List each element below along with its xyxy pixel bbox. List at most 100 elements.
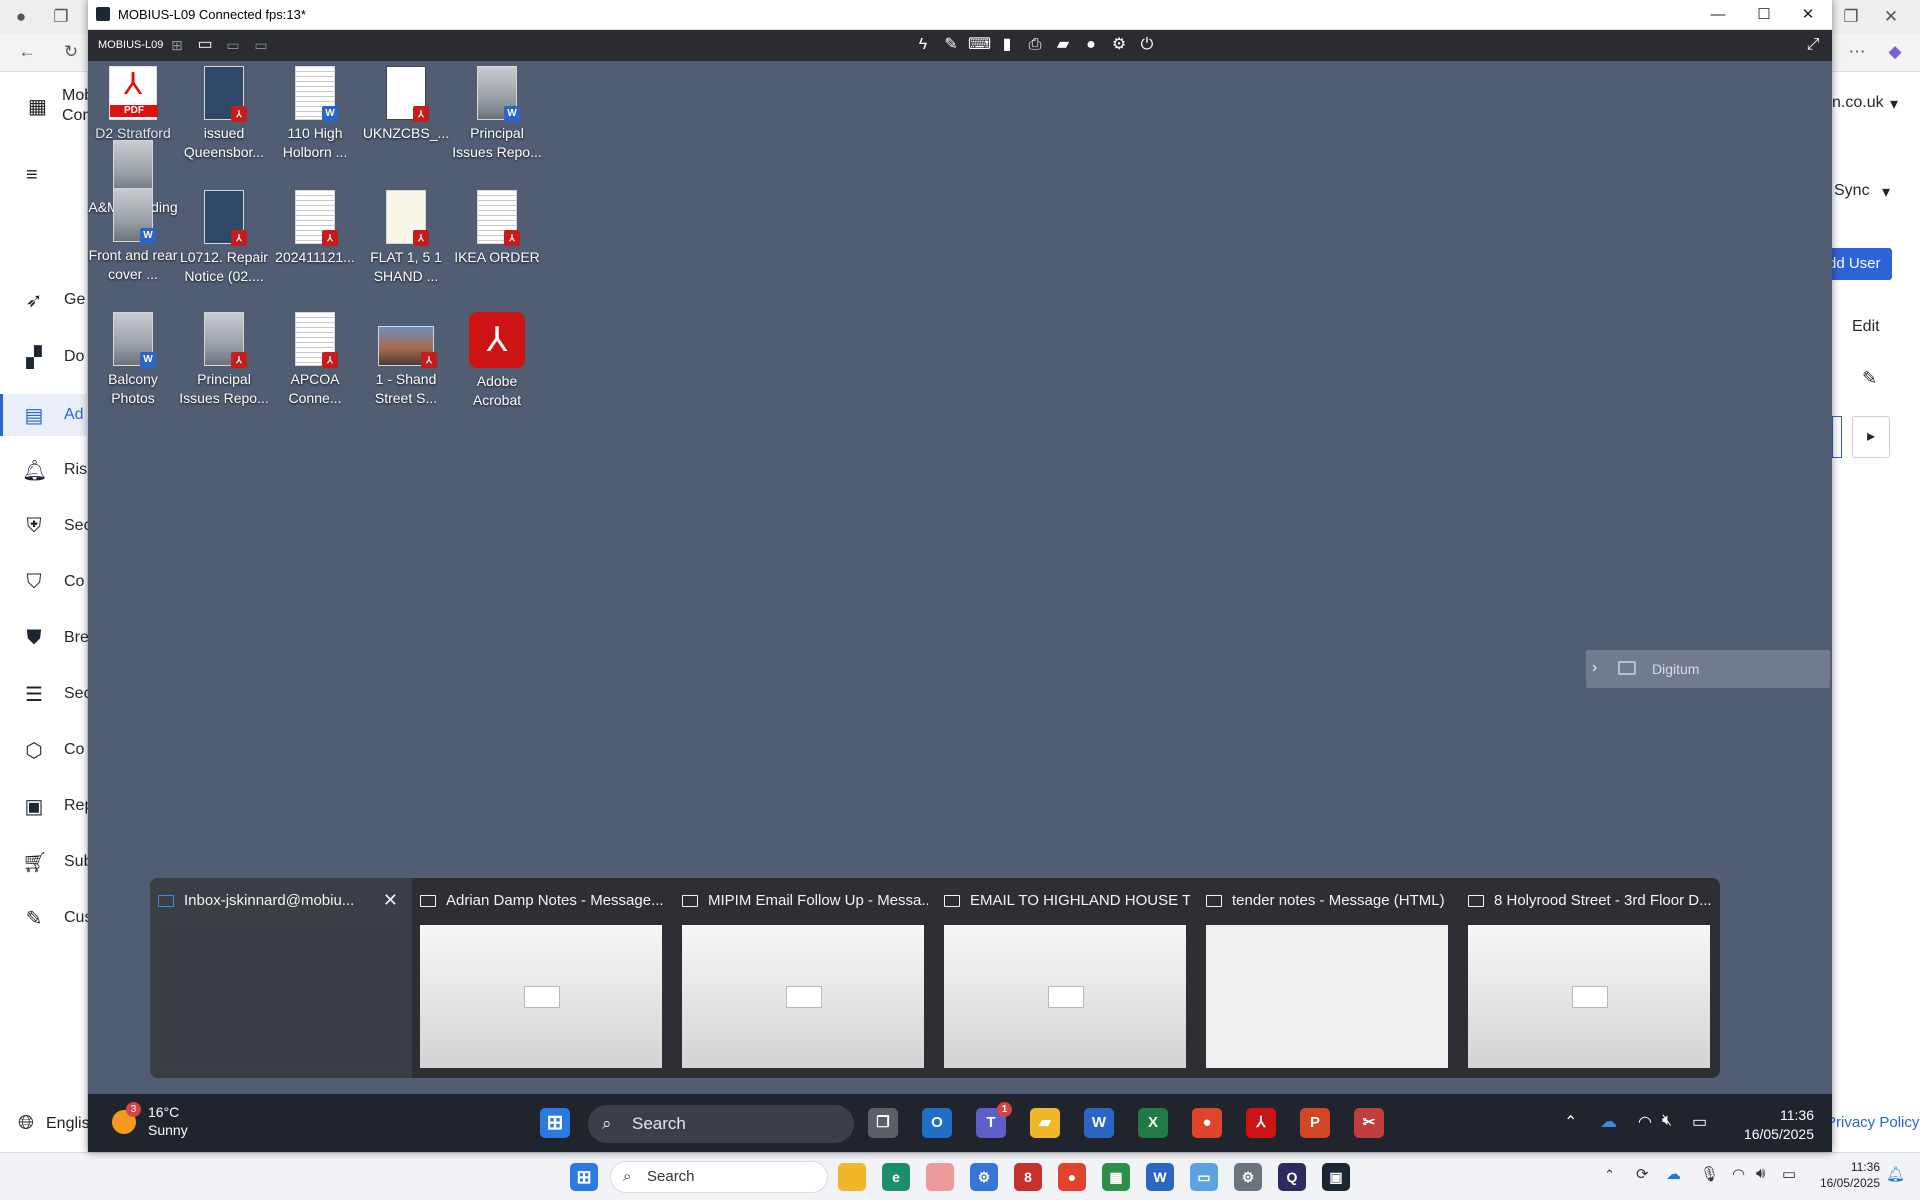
desktop-icon-repair-notice[interactable]: ⅄ L0712. Repair Notice (02....: [179, 190, 269, 302]
preview-8-holyrood-street[interactable]: 8 Holyrood Street - 3rd Floor D...: [1460, 878, 1722, 1078]
onedrive-icon[interactable]: ☁: [1666, 1165, 1681, 1183]
maximize-button[interactable]: ☐: [1742, 4, 1786, 26]
preview-inbox[interactable]: Inbox-jskinnard@mobiu... ✕: [150, 878, 412, 1078]
desktop-icon-front-rear-cover[interactable]: W Front and rear cover ...: [88, 188, 178, 300]
powerpoint-icon[interactable]: P: [1300, 1108, 1330, 1138]
desktop-icon-1-shand-street[interactable]: ⅄ 1 - Shand Street S...: [361, 312, 451, 424]
close-icon[interactable]: ✕: [383, 890, 398, 911]
edge-icon[interactable]: e: [882, 1163, 910, 1191]
digitum-panel[interactable]: › Digitum: [1586, 650, 1830, 688]
chevron-right-icon[interactable]: ›: [1592, 659, 1597, 677]
desktop-icon-balcony-photos[interactable]: W Balcony Photos: [88, 312, 178, 424]
sheets-icon[interactable]: ▦: [1102, 1163, 1130, 1191]
tray-chevron-icon[interactable]: ⌃: [1604, 1167, 1615, 1183]
back-icon[interactable]: ←: [16, 42, 38, 62]
app-red-icon[interactable]: 8: [1014, 1163, 1042, 1191]
task-view-icon[interactable]: ❐: [868, 1108, 898, 1138]
windows-start-icon[interactable]: ⊞: [570, 1163, 598, 1191]
desktop-icon-apcoa[interactable]: ⅄ APCOA Conne...: [270, 312, 360, 424]
keyboard-icon[interactable]: ⌨: [968, 35, 991, 55]
app-purple-icon[interactable]: Q: [1278, 1163, 1306, 1191]
desktop-icon-uknzcbs[interactable]: ⅄ UKNZCBS_...: [361, 66, 451, 178]
edit-screen-icon[interactable]: ✎: [940, 35, 962, 55]
add-user-button[interactable]: dd User: [1826, 248, 1892, 280]
minimize-button[interactable]: —: [1696, 4, 1740, 26]
desktop-icon-issued-queensbor[interactable]: ⅄ issued Queensbor...: [179, 66, 269, 178]
preview-highland-house[interactable]: EMAIL TO HIGHLAND HOUSE T...: [936, 878, 1198, 1078]
wifi-icon[interactable]: ◠: [1638, 1112, 1652, 1132]
restore-icon[interactable]: ❐: [1840, 7, 1862, 27]
menu-icon[interactable]: ≡: [26, 164, 38, 187]
chrome-icon[interactable]: ●: [1192, 1108, 1222, 1138]
copilot-icon[interactable]: ◆: [1884, 42, 1906, 62]
window-close-button[interactable]: ✕: [1786, 4, 1830, 26]
onedrive-icon[interactable]: ☁: [1600, 1112, 1617, 1132]
desktop-icon-flat-1-shand[interactable]: ⅄ FLAT 1, 5 1 SHAND ...: [361, 190, 451, 302]
settings-icon[interactable]: ⚙: [1108, 35, 1130, 55]
windows-start-icon[interactable]: ⊞: [540, 1108, 570, 1138]
language-selector[interactable]: 🌐︎ Englis: [18, 1112, 90, 1135]
pencil-icon[interactable]: ✎: [1862, 368, 1877, 389]
desktop-icon-ikea-order[interactable]: ⅄ IKEA ORDER: [452, 190, 542, 302]
settings-icon[interactable]: ⚙: [1234, 1163, 1262, 1191]
battery-icon[interactable]: ▭: [1692, 1112, 1707, 1132]
word-icon[interactable]: W: [1146, 1163, 1174, 1191]
preview-adrian-damp-notes[interactable]: Adrian Damp Notes - Message...: [412, 878, 674, 1078]
desktop-icon-20241112[interactable]: ⅄ 202411121...: [270, 190, 360, 302]
chat-icon[interactable]: ●: [1080, 35, 1102, 55]
tray-chevron-icon[interactable]: ⌃: [1564, 1112, 1577, 1132]
monitor-2-icon[interactable]: ▭: [222, 35, 244, 55]
workspaces-icon[interactable]: ❐: [50, 7, 72, 27]
notification-bell-icon[interactable]: 🔔︎: [1886, 1165, 1905, 1183]
clipboard-icon[interactable]: ▮: [996, 35, 1018, 55]
chrome-icon[interactable]: ●: [1058, 1163, 1086, 1191]
refresh-icon[interactable]: ↻: [60, 42, 82, 62]
teams-icon[interactable]: T1: [976, 1102, 1012, 1138]
desktop-icon-principal-issues-word[interactable]: W Principal Issues Repo...: [452, 66, 542, 178]
remote-clock[interactable]: 11:36 16/05/2025: [1732, 1106, 1814, 1144]
monitor-3-icon[interactable]: ▭: [250, 35, 272, 55]
file-explorer-icon[interactable]: [838, 1163, 866, 1191]
file-explorer-icon[interactable]: ▰: [1030, 1108, 1060, 1138]
excel-icon[interactable]: X: [1138, 1108, 1168, 1138]
acrobat-icon[interactable]: ⅄: [1246, 1108, 1276, 1138]
close-icon[interactable]: ✕: [1880, 7, 1902, 27]
word-badge-icon: W: [504, 106, 520, 122]
folder-icon[interactable]: ▰: [1052, 35, 1074, 55]
desktop-icon-adobe-acrobat[interactable]: ⅄ Adobe Acrobat: [452, 312, 542, 424]
fullscreen-icon[interactable]: ⤢: [1802, 35, 1824, 55]
microphone-icon[interactable]: 🎙︎: [1700, 1165, 1719, 1183]
desktop-icon-110-high-holborn[interactable]: W 110 High Holborn ...: [270, 66, 360, 178]
more-icon[interactable]: ⋯: [1846, 42, 1868, 62]
mute-icon[interactable]: 🔇︎: [1662, 1112, 1672, 1130]
wifi-icon[interactable]: ◠: [1732, 1165, 1745, 1183]
edit-label[interactable]: Edit: [1852, 318, 1880, 336]
tray-sync-icon[interactable]: ⟳: [1636, 1165, 1649, 1183]
host-search-box[interactable]: ⌕ Search: [610, 1161, 828, 1193]
monitor-icon[interactable]: ▭: [194, 35, 216, 55]
privacy-policy-link[interactable]: Privacy Policy: [1826, 1114, 1919, 1131]
lightning-icon[interactable]: ϟ: [912, 35, 934, 55]
remote-desktop-icon[interactable]: ▭: [1190, 1163, 1218, 1191]
word-icon[interactable]: W: [1084, 1108, 1114, 1138]
network-icon[interactable]: ⊞: [166, 35, 188, 55]
settings-blue-icon[interactable]: ⚙: [970, 1163, 998, 1191]
battery-icon[interactable]: ▭: [1782, 1165, 1796, 1183]
power-icon[interactable]: ⏻: [1136, 35, 1158, 55]
sync-chevron-icon[interactable]: ▾: [1882, 182, 1890, 202]
snipping-tool-icon[interactable]: ✂: [1354, 1108, 1384, 1138]
next-button[interactable]: ▸: [1852, 416, 1890, 458]
profile-icon[interactable]: ●: [10, 7, 32, 27]
remote-client-icon[interactable]: ▣: [1322, 1163, 1350, 1191]
chevron-down-icon[interactable]: ▾: [1890, 94, 1898, 114]
sync-label[interactable]: Sync: [1834, 182, 1870, 200]
volume-icon[interactable]: 🔊︎: [1756, 1165, 1765, 1182]
preview-mipim-email[interactable]: MIPIM Email Follow Up - Messa...: [674, 878, 936, 1078]
host-clock[interactable]: 11:36 16/05/2025: [1816, 1159, 1880, 1191]
printer-icon[interactable]: ⎙: [1024, 35, 1046, 55]
remote-search-box[interactable]: ⌕ Search: [588, 1105, 854, 1143]
outlook-icon[interactable]: [926, 1163, 954, 1191]
outlook-icon[interactable]: O: [922, 1108, 952, 1138]
desktop-icon-principal-issues-pdf[interactable]: ⅄ Principal Issues Repo...: [179, 312, 269, 424]
preview-tender-notes[interactable]: tender notes - Message (HTML): [1198, 878, 1460, 1078]
